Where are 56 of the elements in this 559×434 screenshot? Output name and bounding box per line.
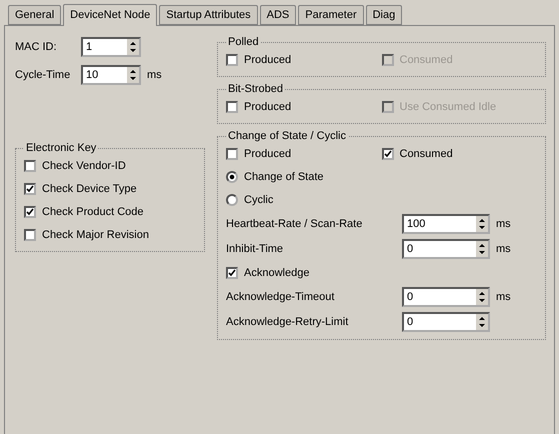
checkbox[interactable] [24,160,36,172]
checkbox[interactable] [382,148,394,160]
radio-label: Cyclic [244,194,274,206]
checkbox[interactable] [226,267,238,279]
tab[interactable]: General [8,5,62,25]
checkbox-label: Check Vendor-ID [42,160,126,172]
number-field[interactable]: 0 [402,312,490,332]
spin-arrows-icon[interactable] [127,39,139,55]
field-label: Acknowledge-Retry-Limit [226,316,350,328]
group-title: Polled [227,36,260,48]
checkbox-label: Acknowledge [244,267,310,279]
number-field[interactable]: 0 [402,239,490,259]
radio-button[interactable] [226,194,238,206]
field-label: Acknowledge-Timeout [226,291,336,303]
checkbox[interactable] [24,183,36,195]
cycle-time-field[interactable]: 10 [81,65,141,85]
unit-label: ms [496,218,511,230]
checkbox[interactable] [24,206,36,218]
number-field[interactable]: 100 [402,214,490,234]
checkbox-label: Produced [244,101,292,113]
radio-button[interactable] [226,171,238,183]
checkbox-label: Check Major Revision [42,229,149,241]
field-label: Heartbeat-Rate / Scan-Rate [226,218,364,230]
checkbox-label: Use Consumed Idle [400,101,496,113]
spin-arrows-icon[interactable] [476,241,488,257]
unit-label: ms [496,291,511,303]
tab[interactable]: DeviceNet Node [63,4,158,26]
checkbox-label: Produced [244,148,292,160]
group-title: Change of State / Cyclic [227,130,348,142]
checkbox-label: Produced [244,54,292,66]
unit-label: ms [147,69,162,81]
checkbox-label: Check Product Code [42,206,144,218]
spin-arrows-icon[interactable] [127,67,139,83]
spin-arrows-icon[interactable] [476,289,488,305]
field-label: Inhibit-Time [226,243,284,255]
checkbox-label: Consumed [400,54,453,66]
checkbox[interactable] [226,148,238,160]
radio-label: Change of State [244,171,324,183]
tab[interactable]: Diag [366,5,402,25]
tab[interactable]: Startup Attributes [159,5,258,25]
group-title: Bit-Strobed [227,83,284,95]
checkbox-label: Consumed [400,148,453,160]
checkbox-label: Check Device Type [42,183,137,195]
field-label: Cycle-Time [15,69,72,81]
group-title: Electronic Key [25,142,98,154]
checkbox[interactable] [226,101,238,113]
checkbox[interactable] [226,54,238,66]
tab[interactable]: Parameter [298,5,364,25]
spin-arrows-icon[interactable] [476,314,488,330]
number-field[interactable]: 0 [402,287,490,307]
mac-id-field[interactable]: 1 [81,37,141,57]
unit-label: ms [496,243,511,255]
checkbox[interactable] [24,229,36,241]
field-label: MAC ID: [15,41,58,53]
spin-arrows-icon[interactable] [476,216,488,232]
tab[interactable]: ADS [260,5,296,25]
